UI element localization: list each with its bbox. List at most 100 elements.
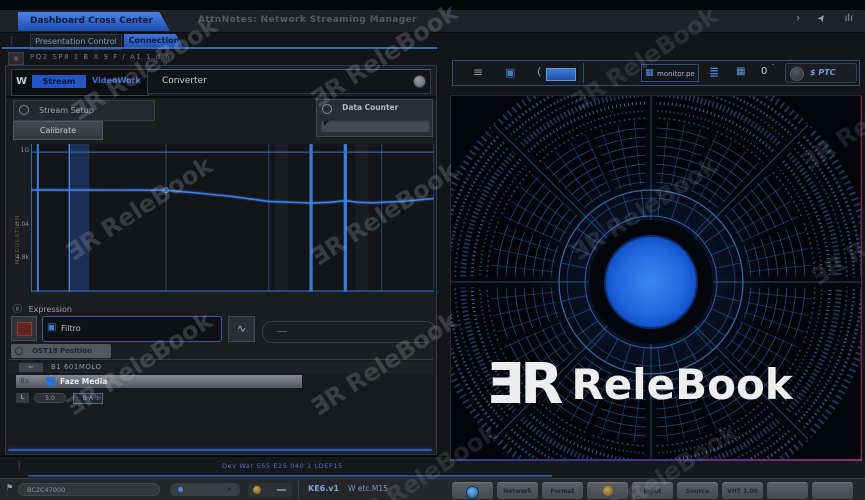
signal-chart[interactable] <box>31 144 434 292</box>
window-title-tab[interactable]: Dashboard Cross Center – <box>18 12 170 31</box>
monitor-icon: ▦ <box>645 68 654 78</box>
grid-icon[interactable]: ▦ <box>736 66 745 77</box>
table-row-selected[interactable]: Ⓑ₂ Faze Media <box>16 375 302 388</box>
viewer-toolbar: ≡ ▣ ( ▦ monitor.pe ≣ ▦ 0 ˉ $ PTC <box>452 60 860 86</box>
status-tick: | <box>18 461 21 469</box>
tab-connection[interactable]: Connection <box>124 34 184 48</box>
stream-chip[interactable]: Stream <box>32 75 86 88</box>
titlebar: Dashboard Cross Center – AttnNotes: Netw… <box>0 10 865 33</box>
expand-icon[interactable]: › <box>796 13 800 24</box>
kew-label: KE6.v1 <box>308 484 340 493</box>
pin-icon[interactable]: ➤ <box>816 12 830 25</box>
wres-label: W etc.M15 <box>348 484 388 493</box>
row-blue-chip-icon <box>46 377 55 386</box>
record-pill[interactable] <box>248 483 292 497</box>
top-black-strip <box>0 0 865 10</box>
vht-button[interactable]: VHT 1.00 <box>722 482 763 499</box>
bottom-bar: ⚑ BC2C47000 ▸ KE6.v1 W etc.M15 Network F… <box>0 478 865 500</box>
waveform-button[interactable]: ∿ <box>228 316 255 342</box>
dash-icon <box>277 489 286 491</box>
format-button[interactable]: Format <box>542 482 583 499</box>
radar-viewport[interactable] <box>450 95 862 461</box>
position-ring-icon <box>15 347 23 355</box>
flag-icon[interactable]: ⚑ <box>6 483 13 492</box>
blank-button-1[interactable] <box>767 482 808 499</box>
play-arrow-icon: ▸ <box>228 485 232 493</box>
counter-value: 0 <box>761 66 768 77</box>
expression-label: Expression <box>28 305 72 314</box>
counter-input[interactable]: ◤ <box>321 119 430 132</box>
converter-field[interactable]: Converter <box>147 69 431 94</box>
y-axis-label: MODULATION <box>15 214 21 264</box>
device-name: VideoWork <box>92 76 141 85</box>
record-icon <box>602 486 613 496</box>
mini-button-50[interactable]: 5.0 <box>34 393 66 403</box>
table-header-label: B1 601MOLO <box>51 363 102 371</box>
device-mini-icon[interactable]: ▣ <box>505 66 515 79</box>
row-label: Faze Media <box>60 377 108 386</box>
signal-bars-icon[interactable]: ılı <box>845 13 853 24</box>
panel-bottom-accent <box>8 449 432 451</box>
blue-dot-icon <box>178 487 183 492</box>
app-window: Dashboard Cross Center – AttnNotes: Netw… <box>0 0 865 500</box>
grip-icon: ❘ <box>8 36 16 46</box>
device-selector[interactable]: W Stream VideoWork <box>11 69 149 96</box>
ptc-group: $ PTC <box>785 63 857 83</box>
blue-display[interactable] <box>546 68 576 81</box>
position-label: OST18 Position <box>32 347 93 355</box>
filter-value: Filtro <box>61 324 81 333</box>
paren-glyph: ( <box>537 65 542 78</box>
status-text: Dev War 555 E25 040 1 LDEF15 <box>222 462 343 470</box>
record-chip-icon[interactable]: ◉ <box>8 52 24 65</box>
data-counter-label: Data Counter <box>342 103 399 112</box>
window-title-tab-label: Dashboard Cross Center <box>30 16 154 26</box>
monitor-button[interactable]: ▦ monitor.pe <box>641 64 699 82</box>
gold-dot-icon <box>253 486 261 494</box>
left-panel: W Stream VideoWork Converter Stream Setu… <box>5 65 437 455</box>
tab-underline <box>2 47 437 49</box>
status-accent-line <box>28 475 552 477</box>
viewport-bottom-accent <box>450 459 862 461</box>
monitor-label: monitor.pe <box>657 70 695 78</box>
ring-icon <box>19 105 29 115</box>
mini-button-l[interactable]: L <box>16 393 29 403</box>
transport-pill[interactable]: ▸ <box>170 483 240 496</box>
blank-button-2[interactable] <box>812 482 853 499</box>
media-table: ⊨ B1 601MOLO Ⓑ₂ Faze Media L 5.0 B·A <box>9 359 433 450</box>
knob-icon[interactable] <box>790 67 804 81</box>
scan-button[interactable] <box>452 482 493 499</box>
toolbar-separator <box>583 63 584 83</box>
counter-ring-icon <box>322 104 332 114</box>
table-header-row: ⊨ B1 601MOLO <box>9 362 433 373</box>
filter-icon: ▣ <box>47 322 57 333</box>
scan-icon <box>466 486 479 499</box>
stream-setup-section[interactable]: Stream Setup <box>13 100 155 121</box>
divider <box>6 96 436 98</box>
counter-macron: ˉ <box>771 63 775 72</box>
mini-button-ba[interactable]: B·A <box>73 393 103 404</box>
device-icon: W <box>16 76 28 87</box>
position-section-header[interactable]: OST18 Position <box>11 344 111 358</box>
menu-icon[interactable]: ≡ <box>473 65 483 79</box>
network-button[interactable]: Network <box>497 482 538 499</box>
source-button[interactable]: Source <box>677 482 718 499</box>
expression-icon: ⓔ <box>13 305 23 315</box>
layers-icon[interactable]: ≣ <box>709 65 719 79</box>
expression-section: ⓔ Expression <box>13 302 72 315</box>
input-button[interactable]: Input <box>632 482 673 499</box>
red-swatch-icon <box>17 322 32 336</box>
ptc-label: $ PTC <box>810 68 836 77</box>
calibrate-button[interactable]: Calibrate <box>13 121 103 140</box>
toolbar-strip-text: PQ2 SP8 1 B X 9 F / A1 1 d 6 <box>30 53 172 61</box>
table-header-icon: ⊨ <box>19 363 43 372</box>
palette-button[interactable] <box>11 316 37 341</box>
window-title: AttnNotes: Network Streaming Manager <box>198 15 417 25</box>
empty-slot[interactable] <box>262 321 436 343</box>
record-button[interactable] <box>587 482 628 499</box>
data-counter-box: Data Counter ◤ <box>316 99 433 137</box>
device-id-pill[interactable]: BC2C47000 <box>18 483 160 496</box>
row-icon: Ⓑ₂ <box>19 377 29 385</box>
filter-input[interactable]: ▣ Filtro <box>42 316 222 342</box>
y-tick: 1G <box>20 147 29 155</box>
bottom-divider <box>298 481 299 499</box>
